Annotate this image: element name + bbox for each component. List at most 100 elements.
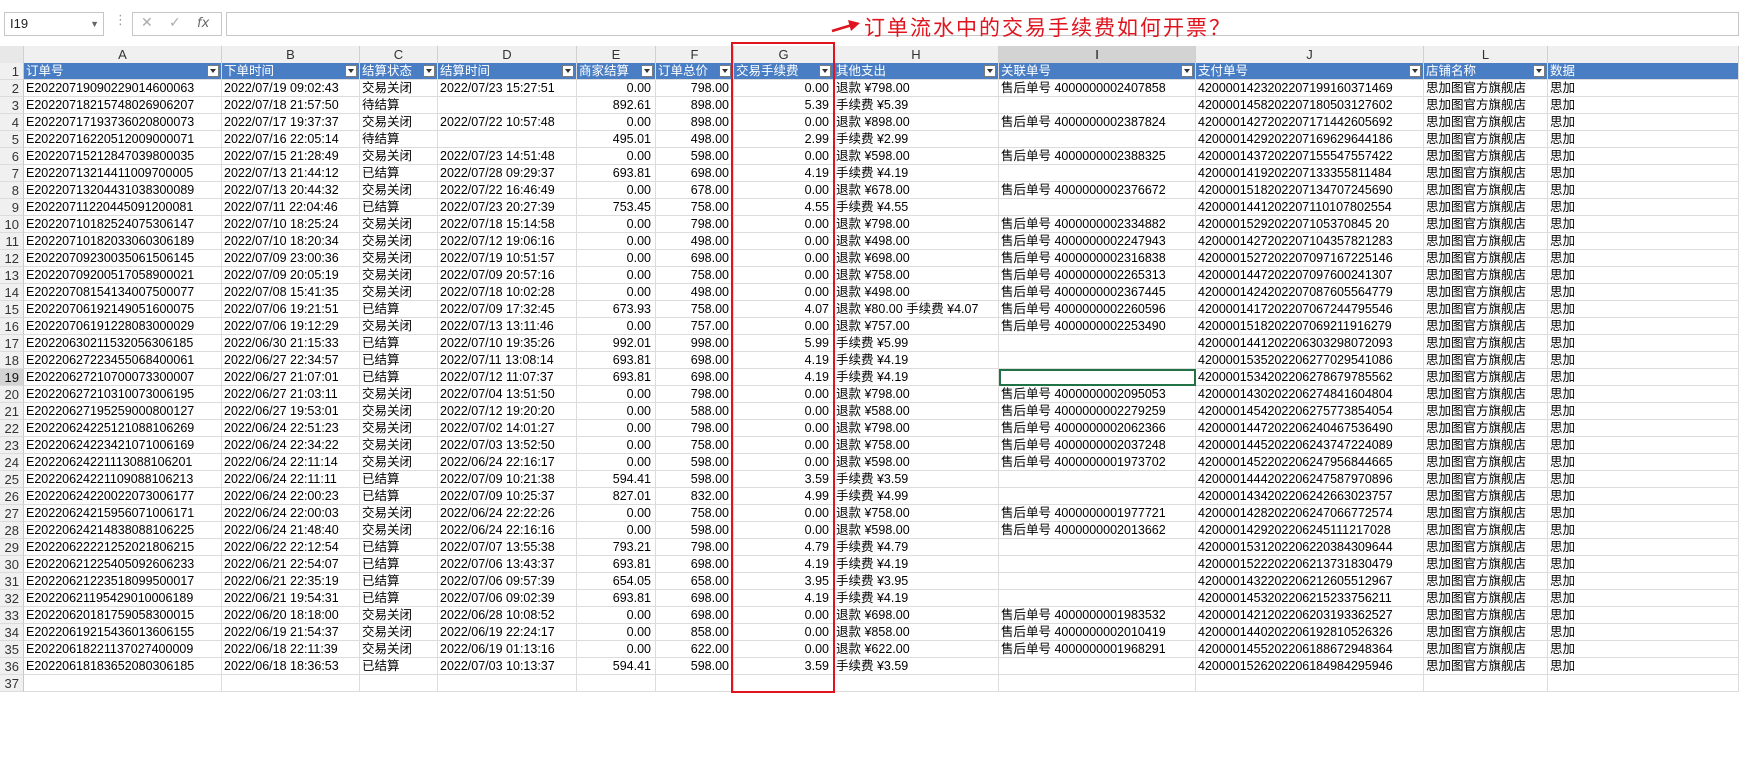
table-cell[interactable] — [999, 539, 1196, 556]
row-number[interactable]: 17 — [0, 335, 24, 352]
table-cell[interactable] — [1424, 675, 1548, 692]
table-cell[interactable]: 交易关闭 — [360, 454, 438, 471]
table-cell[interactable]: 手续费 ¥4.19 — [834, 556, 999, 573]
table-cell[interactable]: 2022/07/09 20:57:16 — [438, 267, 577, 284]
table-cell[interactable]: 交易关闭 — [360, 250, 438, 267]
table-cell[interactable]: 678.00 — [656, 182, 734, 199]
table-cell[interactable]: 交易关闭 — [360, 505, 438, 522]
table-cell[interactable]: 892.61 — [577, 97, 656, 114]
table-cell[interactable]: 思加图官方旗舰店 — [1424, 352, 1548, 369]
row-number[interactable]: 6 — [0, 148, 24, 165]
table-cell[interactable]: 698.00 — [656, 556, 734, 573]
table-cell[interactable]: 思加 — [1548, 131, 1739, 148]
table-cell[interactable]: 已结算 — [360, 369, 438, 386]
table-cell[interactable]: 2022/07/09 10:21:38 — [438, 471, 577, 488]
table-cell[interactable]: 思加 — [1548, 488, 1739, 505]
table-cell[interactable]: 交易关闭 — [360, 641, 438, 658]
table-cell[interactable]: 0.00 — [734, 386, 834, 403]
table-cell[interactable]: 思加图官方旗舰店 — [1424, 131, 1548, 148]
column-header-B[interactable]: B — [222, 46, 360, 63]
row-number[interactable]: 3 — [0, 97, 24, 114]
table-cell[interactable]: 退款 ¥598.00 — [834, 148, 999, 165]
table-cell[interactable]: 2022/07/22 10:57:48 — [438, 114, 577, 131]
table-cell[interactable]: 已结算 — [360, 658, 438, 675]
table-cell[interactable]: 手续费 ¥3.59 — [834, 471, 999, 488]
select-all-corner[interactable] — [0, 46, 24, 63]
table-cell[interactable]: 交易关闭 — [360, 522, 438, 539]
table-cell[interactable]: 2022/06/24 22:16:17 — [438, 454, 577, 471]
table-cell[interactable] — [999, 352, 1196, 369]
table-cell[interactable]: 0.00 — [734, 114, 834, 131]
table-cell[interactable]: 0.00 — [734, 182, 834, 199]
table-cell[interactable]: 思加图官方旗舰店 — [1424, 165, 1548, 182]
table-cell[interactable]: 手续费 ¥3.59 — [834, 658, 999, 675]
table-cell[interactable]: 手续费 ¥3.95 — [834, 573, 999, 590]
table-cell[interactable] — [577, 675, 656, 692]
table-cell[interactable]: E20220711220445091200081 — [24, 199, 222, 216]
table-cell[interactable]: 思加图官方旗舰店 — [1424, 233, 1548, 250]
table-cell[interactable]: 手续费 ¥2.99 — [834, 131, 999, 148]
table-cell[interactable]: 2022/07/06 09:57:39 — [438, 573, 577, 590]
table-cell[interactable]: 售后单号 4000000002037248 — [999, 437, 1196, 454]
table-cell[interactable]: 858.00 — [656, 624, 734, 641]
column-header-cell[interactable]: 结算时间 — [438, 63, 577, 80]
table-cell[interactable]: 827.01 — [577, 488, 656, 505]
column-header-cell[interactable]: 订单号 — [24, 63, 222, 80]
table-cell[interactable]: 4200001434202206242663023757 — [1196, 488, 1424, 505]
table-cell[interactable] — [999, 556, 1196, 573]
column-header-G[interactable]: G — [734, 46, 834, 63]
table-cell[interactable]: 退款 ¥698.00 — [834, 250, 999, 267]
table-cell[interactable]: 898.00 — [656, 114, 734, 131]
table-cell[interactable]: 4200001429202206245111217028 — [1196, 522, 1424, 539]
table-cell[interactable]: E20220710182524075306147 — [24, 216, 222, 233]
table-cell[interactable]: 手续费 ¥4.19 — [834, 165, 999, 182]
column-header-I[interactable]: I — [999, 46, 1196, 63]
table-cell[interactable]: 售后单号 4000000002334882 — [999, 216, 1196, 233]
filter-dropdown-icon[interactable] — [719, 65, 731, 77]
table-cell[interactable]: 4200001445202206243747224089 — [1196, 437, 1424, 454]
table-cell[interactable]: 2022/07/10 19:35:26 — [438, 335, 577, 352]
table-cell[interactable]: 2022/07/04 13:51:50 — [438, 386, 577, 403]
table-cell[interactable]: 退款 ¥622.00 — [834, 641, 999, 658]
table-cell[interactable]: 2022/07/12 19:20:20 — [438, 403, 577, 420]
filter-dropdown-icon[interactable] — [562, 65, 574, 77]
table-cell[interactable]: 758.00 — [656, 199, 734, 216]
table-cell[interactable]: 4200001437202207155547557422 — [1196, 148, 1424, 165]
table-cell[interactable]: 思加 — [1548, 250, 1739, 267]
table-cell[interactable]: 0.00 — [734, 454, 834, 471]
table-cell[interactable]: 手续费 ¥4.99 — [834, 488, 999, 505]
table-cell[interactable]: 4200001518202207069211916279 — [1196, 318, 1424, 335]
table-cell[interactable]: 2022/07/03 10:13:37 — [438, 658, 577, 675]
row-number[interactable]: 29 — [0, 539, 24, 556]
table-cell[interactable]: 思加 — [1548, 335, 1739, 352]
table-cell[interactable]: 2022/07/17 19:37:37 — [222, 114, 360, 131]
table-cell[interactable]: 598.00 — [656, 471, 734, 488]
row-number[interactable]: 23 — [0, 437, 24, 454]
table-cell[interactable]: 622.00 — [656, 641, 734, 658]
table-cell[interactable]: 思加 — [1548, 641, 1739, 658]
table-cell[interactable]: 2022/07/06 19:12:29 — [222, 318, 360, 335]
row-number[interactable]: 19 — [0, 369, 24, 386]
table-cell[interactable]: 已结算 — [360, 335, 438, 352]
table-cell[interactable]: 598.00 — [656, 658, 734, 675]
row-number[interactable]: 1 — [0, 63, 24, 80]
column-header-cell[interactable]: 商家结算 — [577, 63, 656, 80]
table-cell[interactable]: 已结算 — [360, 301, 438, 318]
table-cell[interactable]: 798.00 — [656, 216, 734, 233]
table-cell[interactable]: 4200001454202206275773854054 — [1196, 403, 1424, 420]
table-cell[interactable]: 0.00 — [577, 318, 656, 335]
column-header-cell[interactable]: 其他支出 — [834, 63, 999, 80]
table-cell[interactable]: 交易关闭 — [360, 80, 438, 97]
table-cell[interactable]: 0.00 — [577, 522, 656, 539]
table-cell[interactable]: 思加图官方旗舰店 — [1424, 420, 1548, 437]
table-cell[interactable]: 2022/06/24 22:34:22 — [222, 437, 360, 454]
table-cell[interactable]: 手续费 ¥4.55 — [834, 199, 999, 216]
table-cell[interactable]: 4200001444202206247587970896 — [1196, 471, 1424, 488]
table-cell[interactable]: 2022/07/18 21:57:50 — [222, 97, 360, 114]
table-cell[interactable] — [999, 369, 1196, 386]
table-cell[interactable]: 思加图官方旗舰店 — [1424, 454, 1548, 471]
row-number[interactable]: 34 — [0, 624, 24, 641]
column-header-H[interactable]: H — [834, 46, 999, 63]
table-cell[interactable]: 4200001534202206278679785562 — [1196, 369, 1424, 386]
table-cell[interactable]: 2022/07/07 13:55:38 — [438, 539, 577, 556]
